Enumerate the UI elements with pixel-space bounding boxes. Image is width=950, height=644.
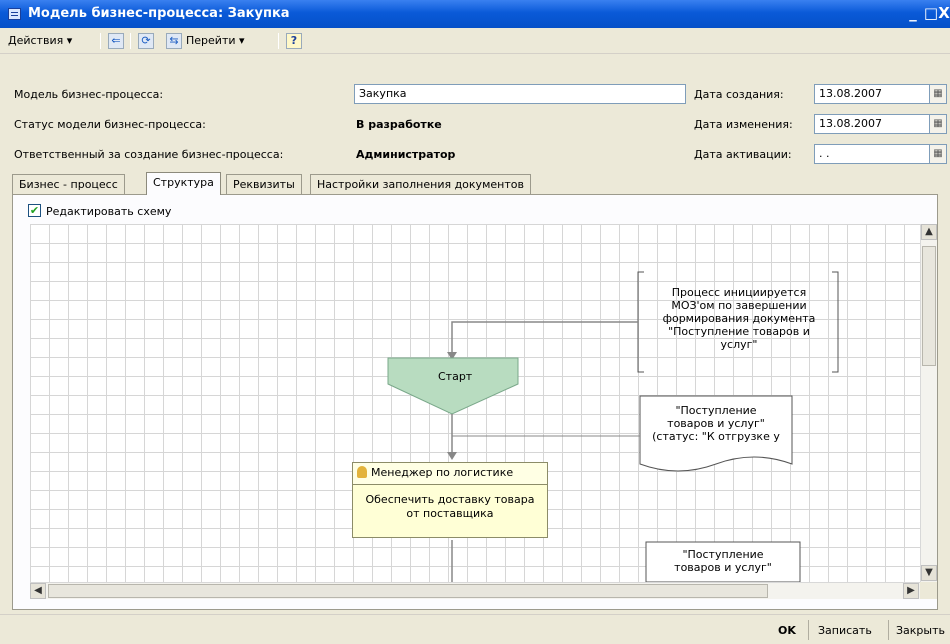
goto-menu[interactable]: Перейти ▾: [186, 32, 245, 50]
calendar-icon[interactable]: ▦: [929, 84, 947, 104]
initiation-note[interactable]: Процесс инициируется МОЗ'ом по завершени…: [640, 286, 838, 351]
note-line: (статус: "К отгрузке у: [652, 430, 780, 443]
scroll-down-icon[interactable]: ▼: [921, 565, 937, 581]
goto-icon[interactable]: ⇆: [166, 33, 182, 49]
note-line: формирования документа: [662, 312, 816, 325]
model-name-input[interactable]: Закупка: [354, 84, 686, 104]
user-icon: [357, 466, 367, 478]
note-line: Процесс инициируется: [671, 286, 807, 299]
responsible-label: Ответственный за создание бизнес-процесс…: [14, 148, 284, 161]
task-description: Обеспечить доставку товара от поставщика: [353, 485, 547, 521]
modified-date-label: Дата изменения:: [694, 118, 793, 131]
toolbar-separator: [130, 33, 131, 49]
horizontal-scroll-thumb[interactable]: [48, 584, 768, 598]
vertical-scroll-thumb[interactable]: [922, 246, 936, 366]
note-line: товаров и услуг": [667, 417, 765, 430]
responsible-value: Администратор: [356, 148, 456, 161]
task-line: от поставщика: [406, 507, 494, 520]
tab-document-settings[interactable]: Настройки заполнения документов: [310, 174, 531, 194]
task-node[interactable]: Менеджер по логистике Обеспечить доставк…: [352, 462, 548, 538]
calendar-icon[interactable]: ▦: [929, 144, 947, 164]
help-button[interactable]: ?: [286, 33, 302, 49]
scroll-corner: [920, 582, 937, 599]
refresh-icon[interactable]: ⟳: [138, 33, 154, 49]
activation-date-label: Дата активации:: [694, 148, 792, 161]
scroll-up-icon[interactable]: ▲: [921, 224, 937, 240]
back-arrow-icon[interactable]: ⇐: [108, 33, 124, 49]
scroll-right-icon[interactable]: ▶: [903, 583, 919, 599]
save-button[interactable]: Записать: [818, 621, 872, 641]
close-window-button[interactable]: X: [938, 4, 950, 22]
bottom-bar: OK Записать Закрыть: [0, 614, 950, 644]
edit-scheme-checkbox[interactable]: ✔: [28, 204, 41, 217]
created-date-label: Дата создания:: [694, 88, 784, 101]
tab-structure[interactable]: Структура: [146, 172, 221, 195]
document-note-2[interactable]: "Поступление товаров и услуг": [646, 548, 800, 574]
status-label: Статус модели бизнес-процесса:: [14, 118, 206, 131]
toolbar: Действия ▾ ⇐ ⟳ ⇆ Перейти ▾ ?: [0, 28, 950, 54]
start-node-label[interactable]: Старт: [438, 370, 472, 383]
note-line: услуг": [720, 338, 758, 351]
button-separator: [888, 620, 889, 640]
window-title: Модель бизнес-процесса: Закупка: [28, 6, 290, 21]
status-value: В разработке: [356, 118, 442, 131]
note-line: "Поступление товаров и: [668, 325, 810, 338]
vertical-scrollbar[interactable]: ▲ ▼: [920, 224, 937, 582]
task-line: Обеспечить доставку товара: [365, 493, 535, 506]
scroll-left-icon[interactable]: ◀: [30, 583, 46, 599]
activation-date-input[interactable]: . .: [814, 144, 930, 164]
button-separator: [808, 620, 809, 640]
calendar-icon[interactable]: ▦: [929, 114, 947, 134]
created-date-input[interactable]: 13.08.2007: [814, 84, 930, 104]
title-bar: Модель бизнес-процесса: Закупка _ □ X: [0, 0, 950, 28]
document-note[interactable]: "Поступление товаров и услуг" (статус: "…: [640, 404, 792, 443]
tab-business-process[interactable]: Бизнес - процесс: [12, 174, 125, 194]
task-role-label: Менеджер по логистике: [371, 466, 514, 479]
toolbar-separator: [278, 33, 279, 49]
note-line: товаров и услуг": [674, 561, 772, 574]
ok-button[interactable]: OK: [778, 621, 796, 641]
minimize-button[interactable]: _: [904, 4, 922, 22]
toolbar-separator: [100, 33, 101, 49]
tab-requisites[interactable]: Реквизиты: [226, 174, 302, 194]
form-icon: [8, 8, 21, 20]
model-label: Модель бизнес-процесса:: [14, 88, 164, 101]
close-button[interactable]: Закрыть: [896, 621, 945, 641]
actions-menu[interactable]: Действия ▾: [8, 32, 72, 50]
horizontal-scrollbar[interactable]: ◀ ▶: [30, 582, 920, 599]
edit-scheme-label: Редактировать схему: [46, 205, 172, 218]
task-role: Менеджер по логистике: [353, 463, 547, 485]
modified-date-input[interactable]: 13.08.2007: [814, 114, 930, 134]
note-line: МОЗ'ом по завершении: [671, 299, 807, 312]
note-line: "Поступление: [675, 404, 757, 417]
note-line: "Поступление: [682, 548, 764, 561]
